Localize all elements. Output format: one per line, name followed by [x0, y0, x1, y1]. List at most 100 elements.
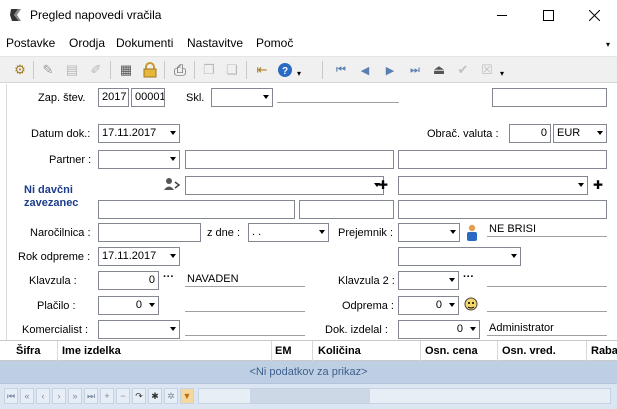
chevron-down-icon	[578, 183, 584, 187]
klavzula-browse-button[interactable]: ···	[163, 271, 174, 283]
toolbar-overflow-icon[interactable]: ▾	[500, 69, 504, 78]
first-record-button[interactable]: ⏮	[331, 60, 351, 80]
zap-stev-year-field[interactable]: 2017	[98, 88, 129, 107]
partner-name-field[interactable]	[185, 150, 394, 169]
check-icon: ✔	[457, 62, 469, 77]
menu-dokumenti[interactable]: Dokumenti	[116, 36, 173, 50]
nav-star2-button[interactable]: ✲	[164, 388, 178, 404]
column-header-raba[interactable]: Raba	[591, 345, 617, 357]
komercialist-combo[interactable]	[98, 320, 180, 339]
menu-pomoc[interactable]: Pomoč	[256, 36, 293, 50]
ni-davcni-label-line1: Ni davčni	[24, 184, 73, 196]
new-button[interactable]: ✎	[38, 60, 58, 80]
column-header-ime-izdelka[interactable]: Ime izdelka	[62, 345, 121, 357]
partner-combo[interactable]	[98, 150, 180, 169]
next-record-button[interactable]: ▶	[380, 60, 400, 80]
nav-next-button[interactable]: ›	[52, 388, 66, 404]
chevron-down-icon	[170, 157, 176, 161]
people-search-icon	[164, 178, 181, 190]
placilo-combo[interactable]: 0	[98, 296, 159, 315]
partner-extra-field[interactable]	[398, 150, 607, 169]
skl-combo[interactable]	[211, 88, 273, 107]
edit-icon: ✐	[90, 62, 102, 77]
prev-record-button[interactable]: ◀	[355, 60, 375, 80]
post-field[interactable]	[98, 200, 295, 219]
dok-izdelal-combo[interactable]: 0	[398, 320, 480, 339]
filter-icon: ▼	[182, 391, 192, 401]
rok-odpreme-combo[interactable]: 17.11.2017	[98, 247, 180, 266]
prejemnik-person-button[interactable]	[464, 223, 480, 242]
cancel-button[interactable]: ☒	[477, 60, 497, 80]
klavzula2-underline	[487, 286, 607, 287]
exit-button[interactable]: ⇤	[252, 60, 272, 80]
country-field[interactable]	[398, 200, 607, 219]
minimize-button[interactable]	[479, 0, 525, 31]
column-separator	[312, 341, 313, 361]
scrollbar-thumb[interactable]	[250, 389, 370, 403]
menu-overflow-icon[interactable]: ▾	[606, 40, 610, 49]
window-title: Pregled napovedi vračila	[30, 8, 162, 22]
edit-button[interactable]: ✐	[86, 60, 106, 80]
city-field[interactable]	[299, 200, 394, 219]
datum-dok-combo[interactable]: 17.11.2017	[98, 124, 180, 143]
nav-prev-button[interactable]: ‹	[36, 388, 50, 404]
nav-filter-button[interactable]: ▼	[180, 388, 194, 404]
document-form: Zap. štev. 2017 00001 Skl. Datum dok.: 1…	[6, 84, 615, 340]
nav-refresh-button[interactable]: ↷	[132, 388, 146, 404]
paste-button[interactable]: ❑	[222, 60, 242, 80]
nav-next-page-button[interactable]: »	[68, 388, 82, 404]
copy-button[interactable]: ❐	[199, 60, 219, 80]
column-header-kolicina[interactable]: Količina	[318, 345, 361, 357]
eject-button[interactable]: ⏏	[429, 60, 449, 80]
odprema-combo[interactable]: 0	[398, 296, 459, 315]
column-header-em[interactable]: EM	[275, 345, 292, 357]
column-header-osn-vred[interactable]: Osn. vred.	[502, 345, 556, 357]
nav-last-button[interactable]: ⏭	[84, 388, 98, 404]
help-icon: ?	[278, 63, 292, 77]
nav-prev-page-button[interactable]: «	[20, 388, 34, 404]
help-dropdown-icon[interactable]: ▾	[297, 69, 301, 78]
confirm-button[interactable]: ✔	[453, 60, 473, 80]
menu-postavke[interactable]: Postavke	[6, 36, 55, 50]
nav-delete-button[interactable]: −	[116, 388, 130, 404]
prejemnik-address-combo[interactable]	[398, 247, 521, 266]
lock-button[interactable]	[140, 60, 160, 80]
print-button[interactable]: ⎙	[170, 60, 190, 80]
column-header-sifra[interactable]: Šifra	[16, 345, 40, 357]
zap-stev-number-field[interactable]: 00001	[131, 88, 165, 107]
klavzula-underline	[185, 286, 305, 287]
komercialist-underline	[185, 335, 305, 336]
placilo-underline	[185, 311, 305, 312]
close-button[interactable]	[571, 0, 617, 31]
odprema-lookup-button[interactable]	[462, 296, 480, 314]
address-combo[interactable]	[185, 176, 384, 195]
top-right-field[interactable]	[492, 88, 607, 107]
address2-combo[interactable]	[398, 176, 588, 195]
klavzula2-combo[interactable]	[398, 271, 459, 290]
grid-body[interactable]: <Ni podatkov za prikaz>	[0, 361, 617, 383]
nav-star-button[interactable]: ✱	[148, 388, 162, 404]
placilo-label: Plačilo :	[37, 300, 76, 312]
calculator-button[interactable]: ▦	[116, 60, 136, 80]
klavzula2-browse-button[interactable]: ···	[463, 271, 474, 283]
address-add-icon[interactable]: ✚	[376, 178, 390, 192]
prejemnik-combo[interactable]	[398, 223, 460, 242]
address2-add-icon[interactable]: ✚	[591, 178, 605, 192]
obrac-valuta-amount-field[interactable]: 0	[509, 124, 551, 143]
z-dne-combo[interactable]: . .	[248, 223, 329, 242]
menu-orodja[interactable]: Orodja	[69, 36, 105, 50]
nav-insert-button[interactable]: +	[100, 388, 114, 404]
maximize-button[interactable]	[525, 0, 571, 31]
klavzula-field[interactable]: 0	[98, 271, 159, 290]
nav-first-button[interactable]: ⏮	[4, 388, 18, 404]
save-button[interactable]: ▤	[62, 60, 82, 80]
nav-prev-icon: ‹	[41, 391, 45, 401]
tool-button[interactable]: ⚙	[10, 60, 30, 80]
last-record-button[interactable]: ⏭	[405, 60, 425, 80]
partner-lookup-button[interactable]	[163, 176, 181, 192]
narocilnica-field[interactable]	[98, 223, 201, 242]
menu-nastavitve[interactable]: Nastavitve	[187, 36, 243, 50]
help-button[interactable]: ?	[275, 60, 295, 80]
column-header-osn-cena[interactable]: Osn. cena	[425, 345, 478, 357]
obrac-valuta-currency-combo[interactable]: EUR	[553, 124, 607, 143]
